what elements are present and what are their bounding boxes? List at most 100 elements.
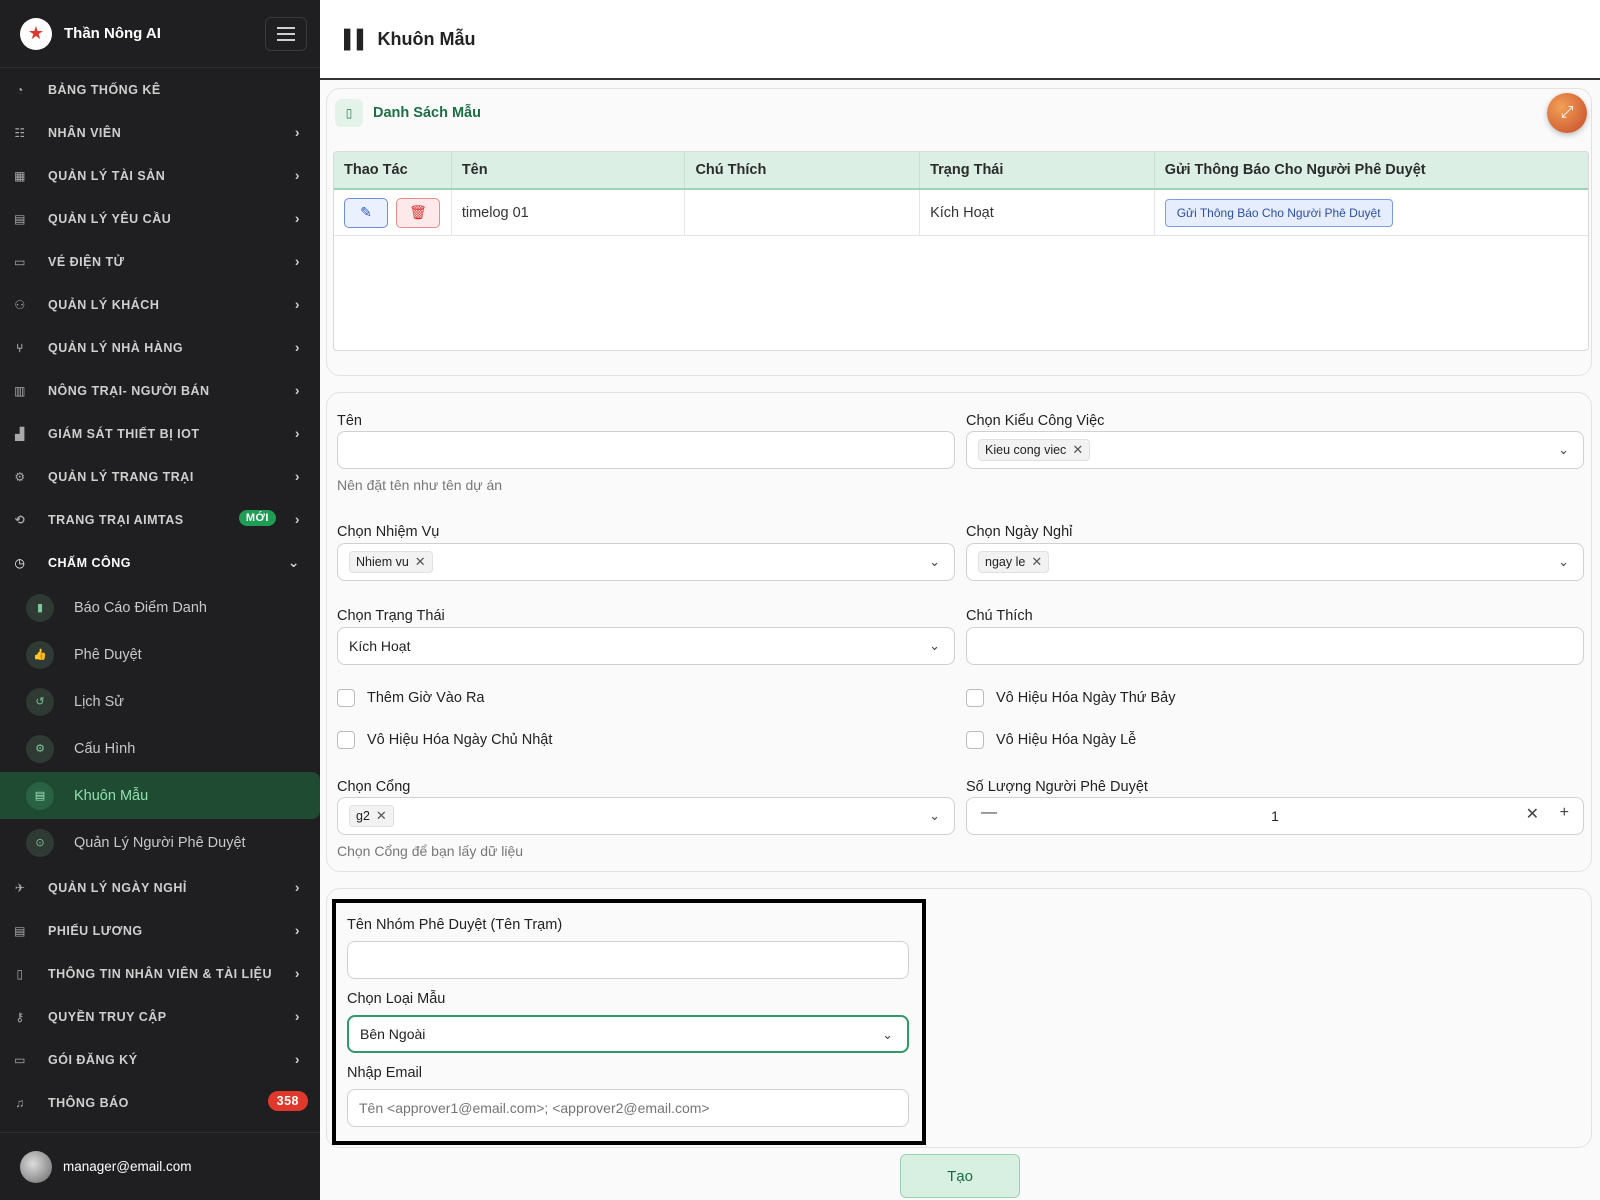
sidebar-item-label: THÔNG BÁO: [48, 1095, 129, 1110]
add-inout-checkbox[interactable]: Thêm Giờ Vào Ra: [337, 689, 485, 707]
sidebar-item-label: QUẢN LÝ YÊU CẦU: [48, 211, 172, 226]
notify-approver-button[interactable]: Gửi Thông Báo Cho Người Phê Duyệt: [1164, 198, 1393, 227]
chevron-right-icon: ›: [294, 965, 300, 981]
bell-icon: ♫: [15, 1095, 25, 1110]
chevron-right-icon: ›: [294, 296, 300, 312]
approver-count-value: 1: [1271, 808, 1279, 824]
work-type-select[interactable]: Kieu cong viec ✕ ⌄: [966, 431, 1584, 469]
sidebar-item-guests[interactable]: ⚇ QUẢN LÝ KHÁCH ›: [0, 283, 320, 326]
chip-label: ngay le: [985, 555, 1026, 569]
sidebar-item-iot[interactable]: ▟ GIÁM SÁT THIẾT BỊ IOT ›: [0, 412, 320, 455]
chevron-right-icon: ›: [294, 879, 300, 895]
gate-select[interactable]: g2 ✕ ⌄: [337, 797, 955, 835]
sidebar-subitem-attendance-report[interactable]: ▮ Báo Cáo Điểm Danh: [0, 584, 320, 631]
note-input[interactable]: [966, 627, 1584, 665]
chip-label: Kieu cong viec: [985, 443, 1067, 457]
sidebar-item-assets[interactable]: ▦ QUẢN LÝ TÀI SẢN ›: [0, 154, 320, 197]
sidebar-item-requests[interactable]: ▤ QUẢN LÝ YÊU CẦU ›: [0, 197, 320, 240]
chevron-down-icon: ⌄: [929, 808, 940, 823]
chevron-right-icon: ›: [294, 511, 300, 527]
menu-toggle-icon[interactable]: [265, 17, 307, 51]
task-chip: Nhiem vu ✕: [349, 551, 433, 573]
holiday-select[interactable]: ngay le ✕ ⌄: [966, 543, 1584, 581]
holiday-label: Chọn Ngày Nghỉ: [966, 524, 1073, 540]
row-notify: Gửi Thông Báo Cho Người Phê Duyệt: [1155, 190, 1588, 235]
checkbox[interactable]: [966, 731, 984, 749]
sidebar-item-aimtas[interactable]: ⟲ TRANG TRẠI AIMTAS MỚI ›: [0, 498, 320, 541]
sidebar-item-label: QUẢN LÝ NGÀY NGHỈ: [48, 880, 187, 895]
template-form-panel: Tên Nên đặt tên như tên dự án Chọn Kiểu …: [326, 392, 1592, 872]
delete-button[interactable]: 🗑: [396, 197, 440, 228]
create-button[interactable]: Tạo: [900, 1154, 1020, 1198]
sidebar-item-farm-seller[interactable]: ▥ NÔNG TRẠI- NGƯỜI BÁN ›: [0, 369, 320, 412]
sidebar-item-dashboard[interactable]: ◔ BẢNG THỐNG KÊ: [0, 68, 320, 111]
edit-button[interactable]: ✎: [344, 197, 388, 228]
approver-icon: ⊙: [26, 828, 54, 857]
status-select[interactable]: Kích Hoạt ⌄: [337, 627, 955, 665]
sidebar-subitem-label: Cấu Hình: [74, 740, 136, 757]
list-title: Danh Sách Mẫu: [373, 105, 481, 121]
approver-count-stepper[interactable]: — 1 ✕ +: [966, 797, 1584, 835]
checkbox-label: Vô Hiệu Hóa Ngày Lễ: [996, 732, 1137, 748]
chevron-right-icon: ›: [294, 1008, 300, 1024]
chip-label: Nhiem vu: [356, 555, 409, 569]
sidebar-item-access[interactable]: ⚷ QUYỀN TRUY CẬP ›: [0, 995, 320, 1038]
name-help: Nên đặt tên như tên dự án: [337, 477, 503, 493]
notification-count-badge: 358: [267, 1091, 308, 1111]
task-select[interactable]: Nhiem vu ✕ ⌄: [337, 543, 955, 581]
sidebar-subitem-config[interactable]: ⚙ Cấu Hình: [0, 725, 320, 772]
status-label: Chọn Trạng Thái: [337, 608, 445, 624]
sidebar-item-label: QUẢN LÝ NHÀ HÀNG: [48, 340, 184, 355]
template-table: Thao Tác Tên Chú Thích Trạng Thái Gửi Th…: [333, 151, 1589, 351]
sidebar-item-employee-docs[interactable]: ▯ THÔNG TIN NHÂN VIÊN & TÀI LIỆU ›: [0, 952, 320, 995]
sidebar-item-staff[interactable]: ☷ NHÂN VIÊN ›: [0, 111, 320, 154]
disable-holiday-checkbox[interactable]: Vô Hiệu Hóa Ngày Lễ: [966, 731, 1136, 749]
name-input[interactable]: [337, 431, 955, 469]
sidebar-item-label: GIÁM SÁT THIẾT BỊ IOT: [48, 426, 200, 441]
clock-icon: ◷: [14, 555, 26, 570]
app-title: Thần Nông AI: [64, 25, 161, 42]
sidebar-item-farm-management[interactable]: ⚙ QUẢN LÝ TRANG TRẠI ›: [0, 455, 320, 498]
close-icon[interactable]: ✕: [415, 554, 426, 570]
column-header-status: Trạng Thái: [920, 152, 1155, 188]
chart-icon: ▮: [26, 593, 54, 622]
bar-chart-icon: ▌▌: [344, 28, 370, 49]
table-header: Thao Tác Tên Chú Thích Trạng Thái Gửi Th…: [334, 152, 1588, 190]
iot-icon: ▟: [15, 426, 25, 441]
column-header-name: Tên: [452, 152, 686, 188]
sidebar-item-label: QUẢN LÝ KHÁCH: [48, 297, 160, 312]
sidebar-item-leave[interactable]: ✈ QUẢN LÝ NGÀY NGHỈ ›: [0, 866, 320, 909]
sidebar-subitem-template[interactable]: ▤ Khuôn Mẫu: [0, 772, 320, 819]
checkbox-label: Thêm Giờ Vào Ra: [367, 690, 485, 706]
plus-icon[interactable]: +: [1560, 804, 1569, 822]
sidebar-subitem-history[interactable]: ↺ Lịch Sử: [0, 678, 320, 725]
sidebar-item-label: TRANG TRẠI AIMTAS: [48, 512, 184, 527]
sidebar-item-label: QUẢN LÝ TRANG TRẠI: [48, 469, 194, 484]
sidebar-item-restaurant[interactable]: ⑂ QUẢN LÝ NHÀ HÀNG ›: [0, 326, 320, 369]
close-icon[interactable]: ✕: [376, 808, 387, 824]
sidebar-item-subscription[interactable]: ▭ GÓI ĐĂNG KÝ ›: [0, 1038, 320, 1081]
sidebar-subitem-approver-management[interactable]: ⊙ Quản Lý Người Phê Duyệt: [0, 819, 320, 866]
sidebar-item-payslip[interactable]: ▤ PHIẾU LƯƠNG ›: [0, 909, 320, 952]
template-icon: ▤: [26, 781, 54, 810]
checkbox[interactable]: [966, 689, 984, 707]
trash-icon: 🗑: [409, 204, 427, 220]
checkbox[interactable]: [337, 689, 355, 707]
sidebar-item-tickets[interactable]: ▭ VÉ ĐIỆN TỬ ›: [0, 240, 320, 283]
sidebar-subitem-approval[interactable]: 👍 Phê Duyệt: [0, 631, 320, 678]
chevron-right-icon: ›: [294, 468, 300, 484]
user-profile[interactable]: manager@email.com: [0, 1132, 320, 1200]
disable-sunday-checkbox[interactable]: Vô Hiệu Hóa Ngày Chủ Nhật: [337, 731, 552, 749]
sidebar-item-label: GÓI ĐĂNG KÝ: [48, 1052, 138, 1067]
page-header: ▌▌ Khuôn Mẫu: [320, 0, 1600, 80]
sidebar-item-timekeeping[interactable]: ◷ CHẤM CÔNG ⌄: [0, 541, 320, 584]
avatar: [20, 1150, 52, 1183]
sidebar-item-notifications[interactable]: ♫ THÔNG BÁO 358: [0, 1081, 320, 1124]
checkbox[interactable]: [337, 731, 355, 749]
expand-icon[interactable]: ⤢: [1547, 93, 1587, 133]
disable-saturday-checkbox[interactable]: Vô Hiệu Hóa Ngày Thứ Bảy: [966, 689, 1176, 707]
close-icon[interactable]: ✕: [1072, 442, 1083, 458]
close-icon[interactable]: ✕: [1031, 554, 1042, 570]
minus-icon[interactable]: —: [981, 804, 997, 822]
clear-icon[interactable]: ✕: [1526, 804, 1539, 824]
